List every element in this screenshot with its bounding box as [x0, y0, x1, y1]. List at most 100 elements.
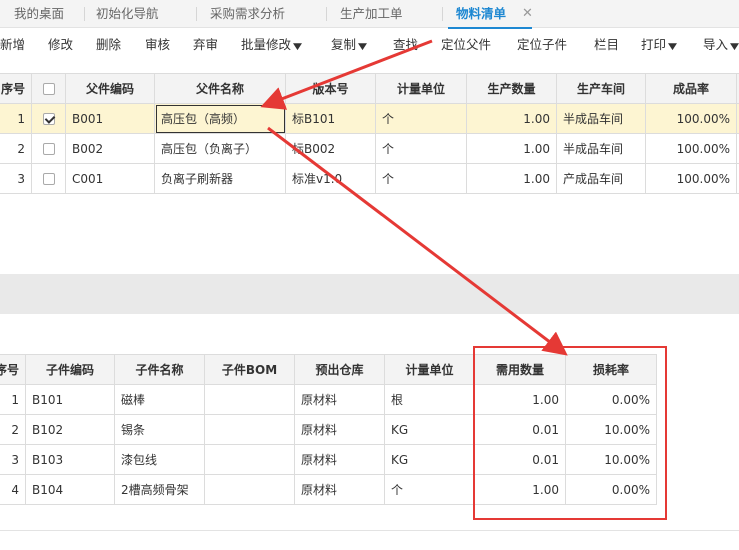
- column-header-select[interactable]: [31, 73, 66, 104]
- version-cell[interactable]: 标B002: [285, 133, 376, 164]
- loss-rate-cell[interactable]: 10.00%: [565, 414, 657, 445]
- edit-button[interactable]: 修改: [48, 29, 73, 61]
- version-cell[interactable]: 标B101: [285, 103, 376, 134]
- find-button[interactable]: 查找: [393, 29, 418, 61]
- delete-button[interactable]: 删除: [96, 29, 121, 61]
- parent-code-cell[interactable]: C001: [65, 163, 155, 194]
- warehouse-cell[interactable]: 原材料: [294, 384, 385, 415]
- row-checkbox[interactable]: [42, 113, 55, 125]
- required-qty-cell[interactable]: 0.01: [474, 414, 566, 445]
- column-header-warehouse[interactable]: 预出仓库: [294, 354, 385, 385]
- child-name-cell[interactable]: 磁棒: [114, 384, 205, 415]
- columns-button-label: 栏目: [594, 37, 620, 52]
- tab-bom[interactable]: 物料清单: [447, 0, 533, 29]
- add-button[interactable]: 新增: [0, 29, 25, 61]
- yield-cell[interactable]: 100.00%: [645, 163, 737, 194]
- row-checkbox[interactable]: [42, 143, 55, 155]
- child-bom-cell[interactable]: [204, 474, 295, 505]
- table-row[interactable]: 1 B101 磁棒 原材料 根 1.00 0.00%: [0, 384, 657, 415]
- row-select-cell[interactable]: [31, 133, 66, 164]
- tab-separator: [326, 7, 327, 21]
- loss-rate-cell[interactable]: 10.00%: [565, 444, 657, 475]
- select-all-checkbox[interactable]: [42, 83, 55, 95]
- child-bom-cell[interactable]: [204, 444, 295, 475]
- table-row[interactable]: 3 B103 漆包线 原材料 KG 0.01 10.00%: [0, 444, 657, 475]
- column-header-unit[interactable]: 计量单位: [375, 73, 467, 104]
- child-bom-cell[interactable]: [204, 414, 295, 445]
- locate-child-button[interactable]: 定位子件: [517, 29, 567, 61]
- warehouse-cell[interactable]: 原材料: [294, 474, 385, 505]
- import-dropdown[interactable]: 导入 ▼: [703, 29, 739, 61]
- parent-name-cell[interactable]: 负离子刷新器: [154, 163, 286, 194]
- workshop-cell[interactable]: 半成品车间: [556, 103, 646, 134]
- tab-desktop[interactable]: 我的桌面: [14, 0, 64, 28]
- parent-code-cell[interactable]: B002: [65, 133, 155, 164]
- approve-button[interactable]: 审核: [145, 29, 170, 61]
- unit-cell[interactable]: 个: [375, 133, 467, 164]
- unit-cell[interactable]: 个: [384, 474, 475, 505]
- row-select-cell[interactable]: [31, 103, 66, 134]
- table-row[interactable]: 2 B102 锡条 原材料 KG 0.01 10.00%: [0, 414, 657, 445]
- child-name-cell[interactable]: 漆包线: [114, 444, 205, 475]
- child-bom-cell[interactable]: [204, 384, 295, 415]
- column-header-child-name[interactable]: 子件名称: [114, 354, 205, 385]
- column-header-parent-name[interactable]: 父件名称: [154, 73, 286, 104]
- child-code-cell[interactable]: B101: [25, 384, 115, 415]
- copy-dropdown[interactable]: 复制 ▼: [331, 29, 367, 61]
- column-header-child-bom[interactable]: 子件BOM: [204, 354, 295, 385]
- column-header-workshop[interactable]: 生产车间: [556, 73, 646, 104]
- table-row[interactable]: 3 C001 负离子刷新器 标准v1.0 个 1.00 产成品车间 100.00…: [0, 163, 739, 194]
- column-header-unit[interactable]: 计量单位: [384, 354, 475, 385]
- unit-cell[interactable]: 根: [384, 384, 475, 415]
- locate-parent-button[interactable]: 定位父件: [441, 29, 491, 61]
- child-name-cell[interactable]: 2槽高频骨架: [114, 474, 205, 505]
- loss-rate-cell[interactable]: 0.00%: [565, 384, 657, 415]
- batch-edit-dropdown[interactable]: 批量修改 ▼: [241, 29, 302, 61]
- workshop-cell[interactable]: 半成品车间: [556, 133, 646, 164]
- tab-production-order[interactable]: 生产加工单: [340, 0, 403, 28]
- version-cell[interactable]: 标准v1.0: [285, 163, 376, 194]
- parent-name-cell[interactable]: 高压包（高频）: [154, 103, 286, 134]
- child-code-cell[interactable]: B103: [25, 444, 115, 475]
- yield-cell[interactable]: 100.00%: [645, 103, 737, 134]
- close-icon[interactable]: ✕: [522, 0, 533, 28]
- columns-button[interactable]: 栏目: [594, 29, 619, 61]
- child-name-cell[interactable]: 锡条: [114, 414, 205, 445]
- unit-cell[interactable]: 个: [375, 163, 467, 194]
- unit-cell[interactable]: KG: [384, 444, 475, 475]
- parent-code-cell[interactable]: B001: [65, 103, 155, 134]
- required-qty-cell[interactable]: 1.00: [474, 384, 566, 415]
- yield-cell[interactable]: 100.00%: [645, 133, 737, 164]
- row-checkbox[interactable]: [42, 173, 55, 185]
- workshop-cell[interactable]: 产成品车间: [556, 163, 646, 194]
- table-row[interactable]: 4 B104 2槽高频骨架 原材料 个 1.00 0.00%: [0, 474, 657, 505]
- required-qty-cell[interactable]: 1.00: [474, 474, 566, 505]
- production-qty-cell[interactable]: 1.00: [466, 133, 557, 164]
- table-row[interactable]: 1 B001 高压包（高频） 标B101 个 1.00 半成品车间 100.00…: [0, 103, 739, 134]
- column-header-child-code[interactable]: 子件编码: [25, 354, 115, 385]
- row-select-cell[interactable]: [31, 163, 66, 194]
- column-header-required-qty[interactable]: 需用数量: [474, 354, 566, 385]
- row-index: 2: [0, 133, 32, 164]
- warehouse-cell[interactable]: 原材料: [294, 444, 385, 475]
- unapprove-button[interactable]: 弃审: [193, 29, 218, 61]
- child-code-cell[interactable]: B102: [25, 414, 115, 445]
- production-qty-cell[interactable]: 1.00: [466, 163, 557, 194]
- unit-cell[interactable]: KG: [384, 414, 475, 445]
- column-header-parent-code[interactable]: 父件编码: [65, 73, 155, 104]
- loss-rate-cell[interactable]: 0.00%: [565, 474, 657, 505]
- tab-init-guide[interactable]: 初始化导航: [96, 0, 159, 28]
- production-qty-cell[interactable]: 1.00: [466, 103, 557, 134]
- required-qty-cell[interactable]: 0.01: [474, 444, 566, 475]
- tab-purchase-analysis[interactable]: 采购需求分析: [210, 0, 285, 28]
- print-dropdown[interactable]: 打印 ▼: [641, 29, 677, 61]
- column-header-loss-rate[interactable]: 损耗率: [565, 354, 657, 385]
- warehouse-cell[interactable]: 原材料: [294, 414, 385, 445]
- column-header-production-qty[interactable]: 生产数量: [466, 73, 557, 104]
- column-header-version[interactable]: 版本号: [285, 73, 376, 104]
- child-code-cell[interactable]: B104: [25, 474, 115, 505]
- column-header-yield[interactable]: 成品率: [645, 73, 737, 104]
- parent-name-cell[interactable]: 高压包（负离子）: [154, 133, 286, 164]
- unit-cell[interactable]: 个: [375, 103, 467, 134]
- table-row[interactable]: 2 B002 高压包（负离子） 标B002 个 1.00 半成品车间 100.0…: [0, 133, 739, 164]
